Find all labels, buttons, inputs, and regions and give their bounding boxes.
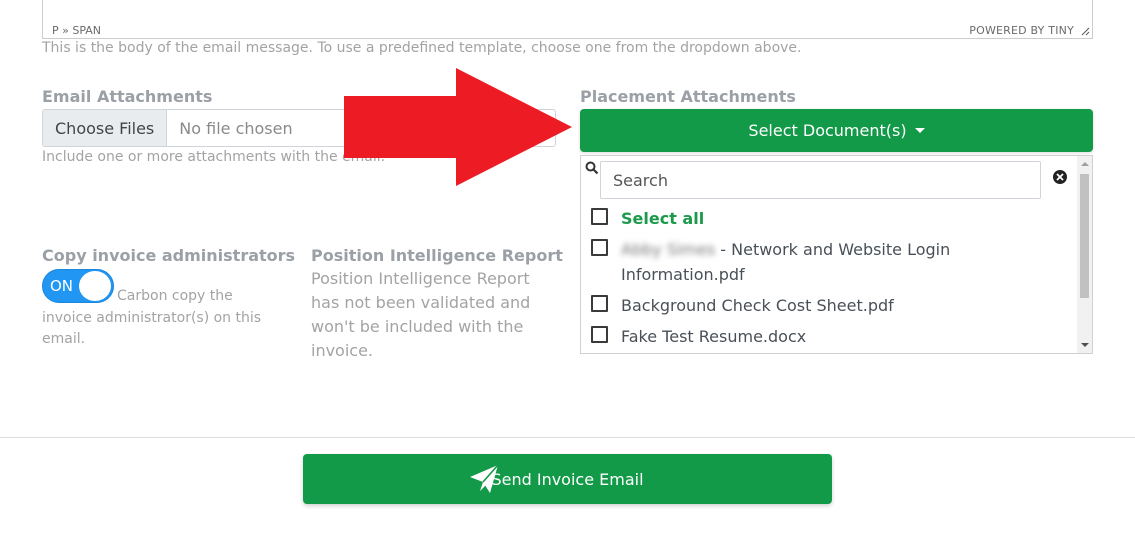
select-documents-button[interactable]: Select Document(s) bbox=[580, 109, 1093, 152]
paper-plane-icon bbox=[470, 464, 499, 493]
document-label: Abby Simes - Network and Website Login bbox=[621, 237, 950, 262]
documents-dropdown: Select all Abby Simes - Network and Webs… bbox=[580, 155, 1093, 354]
position-report-line: has not been validated and bbox=[311, 293, 531, 312]
file-status-text: No file chosen bbox=[179, 118, 293, 138]
copy-admins-help-line1: Carbon copy the bbox=[117, 288, 233, 304]
footer-divider bbox=[0, 437, 1135, 438]
caret-down-icon bbox=[914, 128, 925, 133]
select-documents-label: Select Document(s) bbox=[748, 121, 907, 140]
select-all-checkbox[interactable] bbox=[591, 208, 608, 225]
copy-admins-help-line3: email. bbox=[42, 331, 86, 347]
document-label-line2: Information.pdf bbox=[621, 265, 745, 284]
position-report-line: won't be included with the bbox=[311, 317, 524, 336]
resize-grip-icon[interactable] bbox=[1081, 27, 1090, 36]
document-checkbox[interactable] bbox=[591, 295, 608, 312]
copy-admins-label: Copy invoice administrators bbox=[42, 246, 296, 265]
email-body-help: This is the body of the email message. T… bbox=[42, 40, 802, 56]
close-circle-icon[interactable] bbox=[1052, 169, 1068, 185]
email-attachments-help: Include one or more attachments with the… bbox=[42, 149, 386, 165]
placement-attachments-label: Placement Attachments bbox=[580, 87, 796, 106]
scrollbar-thumb[interactable] bbox=[1080, 174, 1089, 298]
dropdown-scrollbar[interactable] bbox=[1077, 156, 1092, 353]
document-checkbox[interactable] bbox=[591, 239, 608, 256]
copy-admins-toggle[interactable]: ON bbox=[42, 269, 114, 303]
choose-files-button[interactable]: Choose Files bbox=[43, 110, 168, 146]
copy-admins-help-line2: invoice administrator(s) on this bbox=[42, 310, 262, 326]
blurred-name: Abby Simes bbox=[621, 240, 716, 259]
send-invoice-email-label: Send Invoice Email bbox=[491, 469, 644, 489]
position-report-label: Position Intelligence Report bbox=[311, 246, 563, 265]
position-report-line: invoice. bbox=[311, 341, 374, 360]
document-label: Background Check Cost Sheet.pdf bbox=[621, 296, 894, 315]
send-invoice-email-button[interactable]: Send Invoice Email bbox=[303, 454, 832, 504]
annotation-arrow bbox=[344, 68, 572, 186]
editor-status-bar: P » SPAN POWERED BY TINY bbox=[42, 0, 1093, 39]
scroll-down-icon[interactable] bbox=[1081, 343, 1089, 347]
select-all-label: Select all bbox=[621, 209, 705, 228]
position-report-line: Position Intelligence Report bbox=[311, 269, 530, 288]
email-attachments-label: Email Attachments bbox=[42, 87, 213, 106]
document-checkbox[interactable] bbox=[591, 326, 608, 343]
search-icon bbox=[585, 161, 599, 175]
documents-search-input[interactable] bbox=[600, 161, 1041, 199]
editor-powered-by: POWERED BY TINY bbox=[969, 24, 1074, 37]
document-label-line1: - Network and Website Login bbox=[715, 240, 951, 259]
document-label: Fake Test Resume.docx bbox=[621, 327, 807, 346]
scroll-up-icon[interactable] bbox=[1081, 162, 1089, 166]
editor-element-path: P » SPAN bbox=[52, 24, 102, 37]
toggle-knob bbox=[79, 271, 111, 301]
toggle-state-label: ON bbox=[50, 277, 74, 295]
